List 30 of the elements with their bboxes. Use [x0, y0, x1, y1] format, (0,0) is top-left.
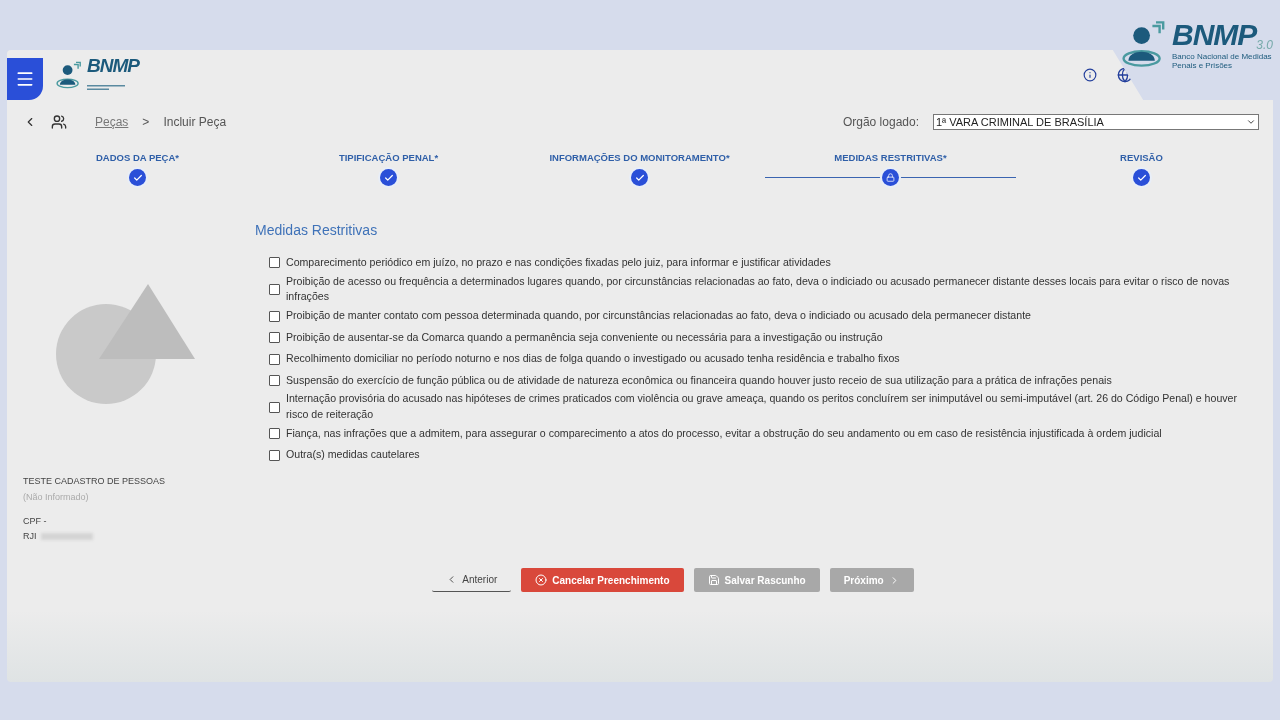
breadcrumb-current: Incluir Peça	[163, 115, 227, 129]
cancel-button[interactable]: Cancelar Preenchimento	[521, 568, 684, 592]
breadcrumb-separator: >	[142, 115, 150, 129]
logo-text: BNMP	[1172, 18, 1257, 52]
measure-label: Proibição de acesso ou frequência a determinados lugares quando, por circunstâncias relacionadas ao fato, deva o indiciado ou acusado permanecer distante desses locais para evitar o risco de novas infrações	[286, 273, 1231, 305]
rji-label: RJI	[23, 531, 37, 541]
measure-label: Recolhimento domiciliar no período noturno e nos dias de folga quando o investigado ou acusado tenha residência e trabalho fixos	[286, 351, 900, 367]
measure-label: Fiança, nas infrações que a admitem, para assegurar o comparecimento a atos do processo, evitar a obstrução do seu andamento ou em caso de resistência injustificada à ordem judicial	[286, 425, 1162, 441]
measure-label: Proibição de ausentar-se da Comarca quando a permanência seja conveniente ou necessária para a investigação ou instrução	[286, 329, 883, 345]
step-label[interactable]: REVISÃO	[1120, 152, 1163, 163]
section-title: Medidas Restritivas	[255, 222, 379, 238]
step-label[interactable]: DADOS DA PEÇA*	[95, 152, 179, 163]
step-label[interactable]: MEDIDAS RESTRITIVAS*	[834, 152, 947, 163]
measure-label: Suspensão do exercício de função pública ou de atividade de natureza econômica ou financeira quando houver justo receio de sua utilização para a prática de infrações penais	[286, 372, 1112, 388]
back-button[interactable]: Anterior	[432, 568, 512, 592]
person-name: TESTE CADASTRO DE PESSOAS	[23, 476, 167, 486]
logo-subtitle: Banco Nacional de Medidas Penais e Prisões	[1172, 52, 1273, 71]
measure-label: Comparecimento periódico em juízo, no prazo e nas condições fixadas pelo juiz, para informar e justificar atividades	[286, 254, 831, 270]
orgao-select[interactable]: 1ª VARA CRIMINAL DE BRASÍLIA	[933, 114, 1259, 130]
measure-label: Proibição de manter contato com pessoa determinada quando, por circunstâncias relacionadas ao fato, deva o indiciado ou acusado dela permanecer distante	[286, 308, 1031, 324]
orgao-label: Orgão logado:	[842, 115, 919, 129]
step-label[interactable]: TIPIFICAÇÃO PENAL*	[338, 152, 439, 163]
measure-label: Outra(s) medidas cautelares	[286, 447, 420, 463]
logo-version: 3.0	[1256, 38, 1274, 52]
logo-text: BNMP	[87, 55, 139, 77]
measure-label: Internação provisória do acusado nas hipóteses de crimes praticados com violência ou grave ameaça, quando os peritos concluírem ser inimputável ou semi-imputável (art. 26 do Código Penal) e houver risco de reiteração	[286, 391, 1238, 423]
person-note: (Não Informado)	[23, 492, 90, 502]
cpf-label: CPF -	[23, 516, 48, 526]
breadcrumb-link[interactable]: Peças	[95, 115, 129, 129]
step-label[interactable]: INFORMAÇÕES DO MONITORAMENTO*	[549, 152, 730, 163]
